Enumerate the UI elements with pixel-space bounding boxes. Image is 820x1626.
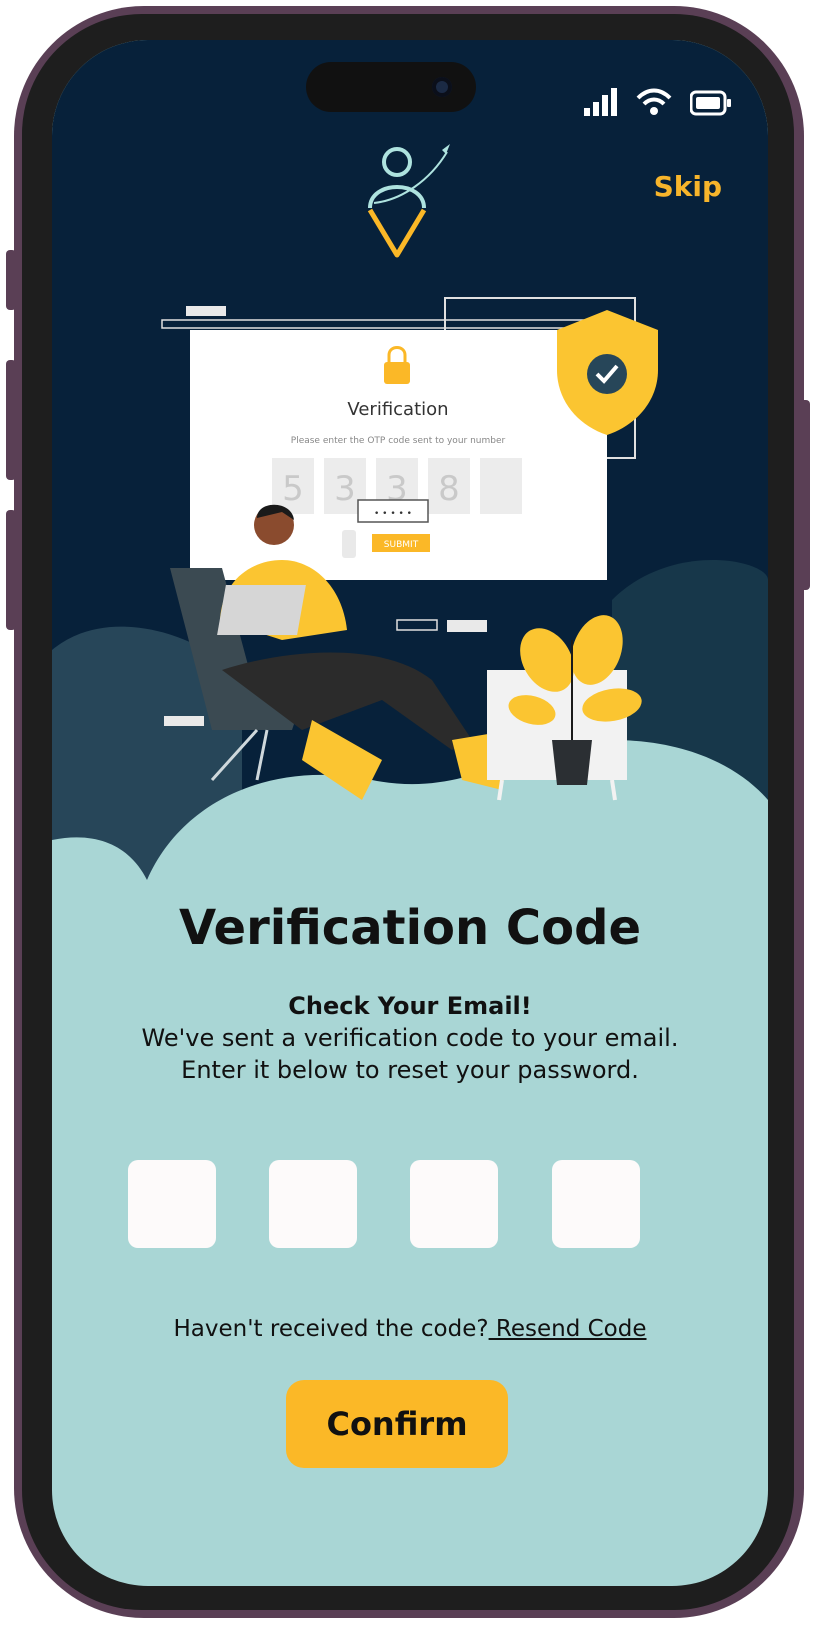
card-digit: 3	[334, 469, 356, 509]
volume-up-button	[6, 250, 16, 310]
volume-down-button	[6, 360, 16, 480]
instructions: Check Your Email! We've sent a verificat…	[52, 990, 768, 1086]
silent-switch	[6, 510, 16, 630]
card-submit-label: SUBMIT	[384, 540, 419, 550]
skip-button[interactable]: Skip	[654, 170, 722, 203]
camera-icon	[432, 77, 452, 97]
card-subtitle: Please enter the OTP code sent to your n…	[291, 436, 506, 446]
resend-prompt: Haven't received the code?	[173, 1316, 489, 1342]
app-screen: Verification Please enter the OTP code s…	[52, 40, 768, 1586]
battery-icon	[690, 90, 731, 116]
otp-digit-4[interactable]	[552, 1160, 640, 1248]
resend-code-link[interactable]: Resend Code	[489, 1316, 647, 1342]
otp-digit-3[interactable]	[410, 1160, 498, 1248]
card-digit-box	[480, 458, 522, 514]
cellular-signal-icon	[584, 88, 617, 116]
resend-row: Haven't received the code? Resend Code	[52, 1316, 768, 1342]
instructions-line-1: We've sent a verification code to your e…	[141, 1024, 679, 1052]
card-title: Verification	[347, 399, 448, 420]
card-digit: 5	[282, 469, 304, 509]
power-button	[800, 400, 810, 590]
dynamic-island	[306, 62, 476, 112]
otp-digit-1[interactable]	[128, 1160, 216, 1248]
instructions-line-2: Enter it below to reset your password.	[181, 1056, 639, 1084]
password-mask: • • • • •	[374, 509, 412, 519]
wifi-icon	[636, 88, 672, 115]
otp-digit-2[interactable]	[269, 1160, 357, 1248]
page-title: Verification Code	[179, 900, 641, 956]
card-digit: 8	[438, 469, 460, 509]
instructions-heading: Check Your Email!	[288, 992, 532, 1020]
status-bar	[584, 88, 732, 116]
confirm-button[interactable]: Confirm	[286, 1380, 508, 1468]
